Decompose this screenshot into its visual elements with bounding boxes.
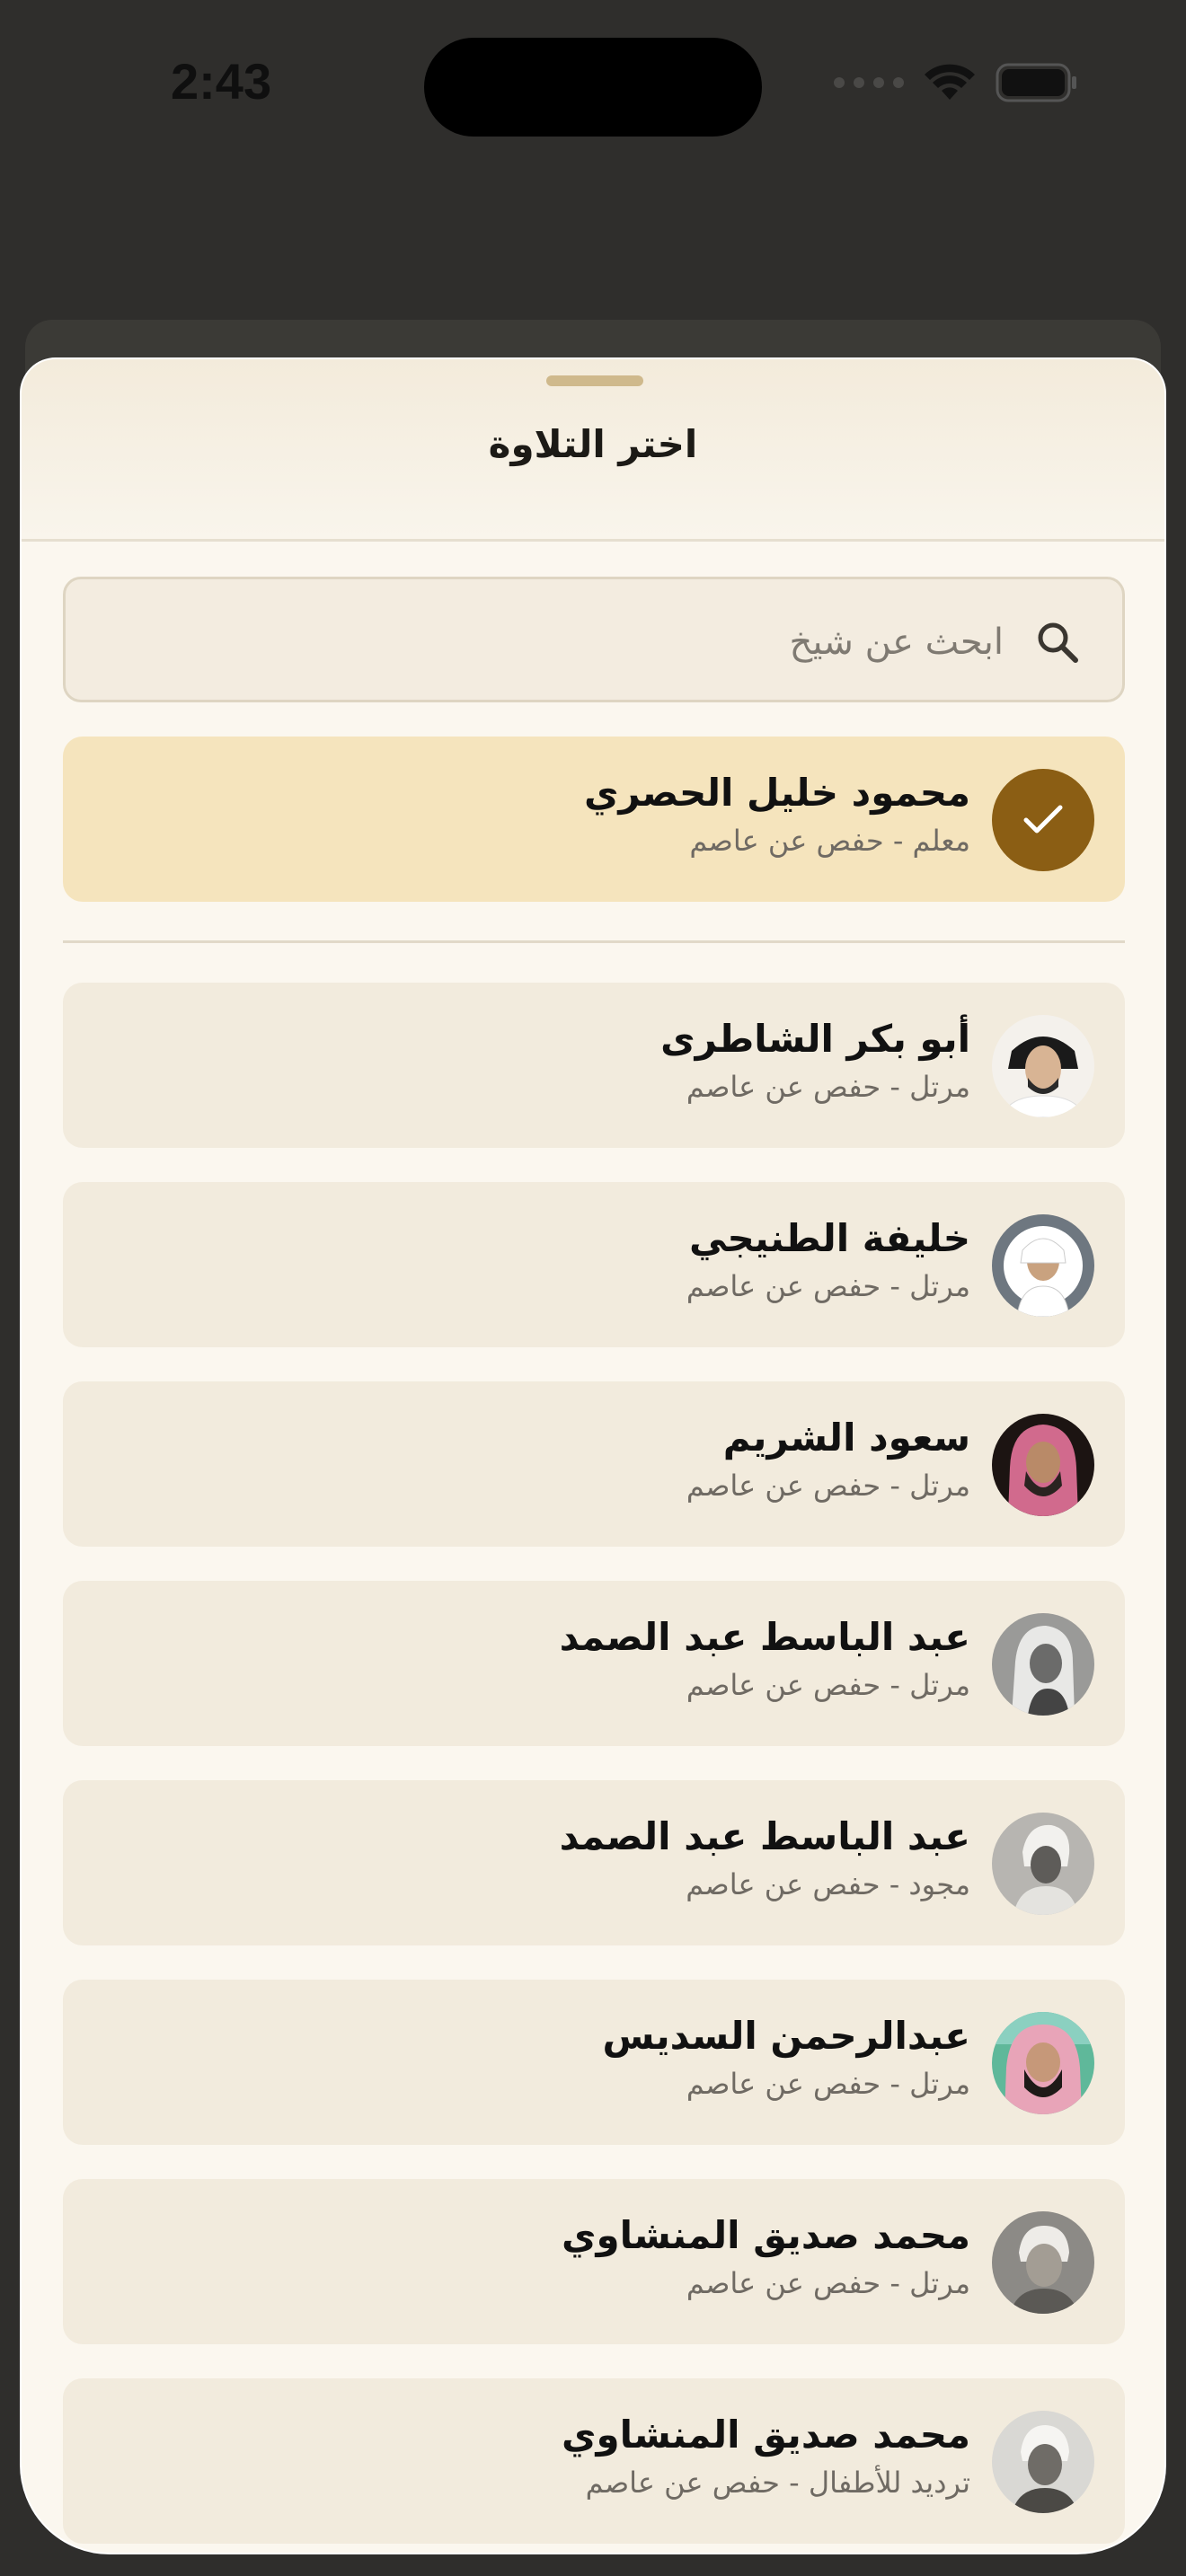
reciter-item[interactable]: محمد صديق المنشاوي ترديد للأطفال - حفص ع… — [63, 2378, 1125, 2544]
reciter-avatar — [992, 2211, 1094, 2314]
reciter-subtitle: ترديد للأطفال - حفص عن عاصم — [585, 2466, 970, 2500]
reciter-item[interactable]: عبد الباسط عبد الصمد مجود - حفص عن عاصم — [63, 1780, 1125, 1945]
reciter-subtitle: مجود - حفص عن عاصم — [686, 1867, 970, 1901]
dynamic-island — [424, 38, 762, 137]
item-text: خليفة الطنيجي مرتل - حفص عن عاصم — [686, 1213, 970, 1308]
reciter-subtitle: مرتل - حفص عن عاصم — [686, 2067, 970, 2101]
status-time: 2:43 — [171, 53, 272, 110]
item-text: عبد الباسط عبد الصمد مرتل - حفص عن عاصم — [560, 1611, 970, 1707]
reciter-avatar — [992, 1813, 1094, 1915]
reciter-item[interactable]: عبد الباسط عبد الصمد مرتل - حفص عن عاصم — [63, 1581, 1125, 1746]
reciter-subtitle: مرتل - حفص عن عاصم — [686, 1070, 970, 1104]
reciter-item[interactable]: عبدالرحمن السديس مرتل - حفص عن عاصم — [63, 1980, 1125, 2145]
search-icon — [1038, 622, 1078, 663]
reciter-name: عبد الباسط عبد الصمد — [559, 1814, 970, 1858]
item-text: عبدالرحمن السديس مرتل - حفص عن عاصم — [602, 2010, 970, 2105]
reciter-sheet: اختر التلاوة محمود خليل الحصري معلم - حف… — [20, 357, 1166, 2554]
sheet-header: اختر التلاوة — [22, 359, 1164, 542]
item-text: محمد صديق المنشاوي مرتل - حفص عن عاصم — [562, 2210, 970, 2305]
wifi-icon — [925, 64, 975, 100]
search-input[interactable] — [193, 610, 1005, 675]
reciter-name: سعود الشريم — [722, 1416, 970, 1460]
reciter-avatar — [992, 2411, 1094, 2513]
reciter-item[interactable]: خليفة الطنيجي مرتل - حفص عن عاصم — [63, 1182, 1125, 1347]
reciter-name: عبد الباسط عبد الصمد — [559, 1615, 970, 1659]
item-text: محمد صديق المنشاوي ترديد للأطفال - حفص ع… — [562, 2409, 970, 2504]
reciter-avatar — [992, 1015, 1094, 1117]
top-toolbar: 1 — [0, 180, 1186, 480]
reciter-item[interactable]: محمد صديق المنشاوي مرتل - حفص عن عاصم — [63, 2179, 1125, 2344]
status-bar: 2:43 — [0, 0, 1186, 180]
reciter-subtitle: مرتل - حفص عن عاصم — [686, 1469, 970, 1503]
reciter-name: أبو بكر الشاطرى — [660, 1017, 970, 1061]
reciter-subtitle: مرتل - حفص عن عاصم — [686, 1668, 970, 1702]
search-box[interactable] — [63, 577, 1125, 702]
sheet-grabber[interactable] — [546, 375, 643, 386]
reciter-item[interactable]: سعود الشريم مرتل - حفص عن عاصم — [63, 1381, 1125, 1547]
signal-dots-icon — [834, 77, 904, 88]
reciter-avatar — [992, 1214, 1094, 1317]
reciter-avatar — [992, 1414, 1094, 1516]
reciter-name: خليفة الطنيجي — [688, 1216, 970, 1260]
reciter-item[interactable]: أبو بكر الشاطرى مرتل - حفص عن عاصم — [63, 983, 1125, 1148]
selected-reciter-item[interactable]: محمود خليل الحصري معلم - حفص عن عاصم — [63, 737, 1125, 902]
item-text: عبد الباسط عبد الصمد مجود - حفص عن عاصم — [560, 1811, 970, 1906]
item-text: محمود خليل الحصري معلم - حفص عن عاصم — [584, 767, 970, 862]
checkmark-icon — [1023, 805, 1063, 834]
reciter-subtitle: مرتل - حفص عن عاصم — [686, 2266, 970, 2300]
selected-check-badge — [992, 769, 1094, 871]
list-divider — [63, 940, 1125, 943]
reciter-avatar — [992, 2012, 1094, 2114]
reciter-name: محمود خليل الحصري — [583, 771, 970, 815]
reciter-avatar — [992, 1613, 1094, 1716]
reciter-subtitle: معلم - حفص عن عاصم — [689, 824, 970, 858]
status-icons — [834, 63, 1078, 102]
reciter-name: محمد صديق المنشاوي — [562, 2213, 970, 2257]
reciter-subtitle: مرتل - حفص عن عاصم — [686, 1269, 970, 1303]
reciter-name: محمد صديق المنشاوي — [562, 2413, 970, 2457]
item-text: سعود الشريم مرتل - حفص عن عاصم — [686, 1412, 970, 1507]
sheet-title: اختر التلاوة — [488, 422, 698, 466]
reciter-name: عبدالرحمن السديس — [602, 2014, 970, 2058]
item-text: أبو بكر الشاطرى مرتل - حفص عن عاصم — [660, 1013, 970, 1108]
battery-icon — [996, 63, 1076, 102]
